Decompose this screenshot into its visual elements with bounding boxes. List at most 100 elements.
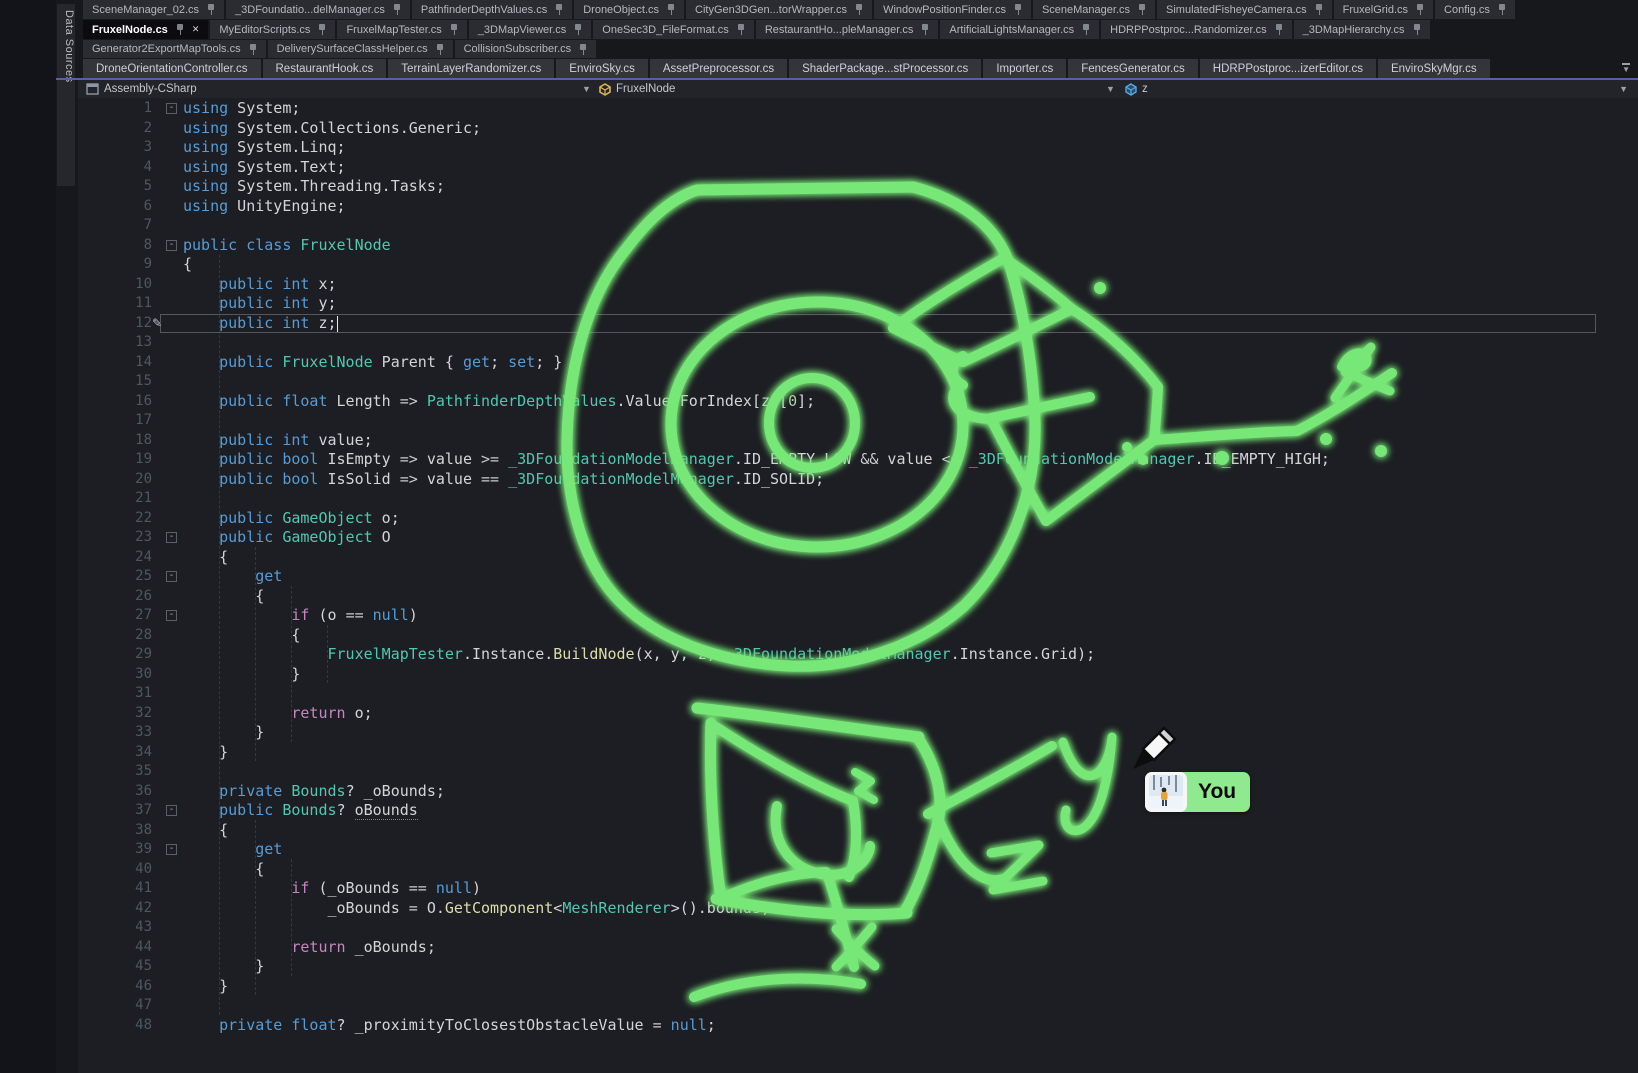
code-line[interactable]: 22 public GameObject o; — [78, 509, 1638, 529]
document-tab[interactable]: ShaderPackage...stProcessor.cs — [789, 59, 981, 78]
code-line[interactable]: 29 FruxelMapTester.Instance.BuildNode(x,… — [78, 645, 1638, 665]
pin-icon[interactable] — [855, 4, 863, 15]
pin-icon[interactable] — [1275, 24, 1283, 35]
document-tab[interactable]: MyEditorScripts.cs — [210, 20, 335, 39]
code-line[interactable]: 27- if (o == null) — [78, 606, 1638, 626]
document-tab[interactable]: ArtificialLightsManager.cs — [940, 20, 1099, 39]
code-line[interactable]: 31 — [78, 684, 1638, 704]
code-line[interactable]: 35 — [78, 762, 1638, 782]
code-line[interactable]: 21 — [78, 489, 1638, 509]
document-tab[interactable]: TerrainLayerRandomizer.cs — [388, 59, 554, 78]
code-line[interactable]: 20 public bool IsSolid => value == _3DFo… — [78, 470, 1638, 490]
code-line[interactable]: 4using System.Text; — [78, 158, 1638, 178]
code-line[interactable]: 37- public Bounds? oBounds — [78, 801, 1638, 821]
code-line[interactable]: 30 } — [78, 665, 1638, 685]
type-dropdown[interactable]: FruxelNode — [616, 80, 675, 98]
code-line[interactable]: 25- get — [78, 567, 1638, 587]
code-line[interactable]: 11 public int y; — [78, 294, 1638, 314]
pin-icon[interactable] — [737, 24, 745, 35]
pin-icon[interactable] — [1014, 4, 1022, 15]
pin-icon[interactable] — [436, 44, 444, 55]
document-tab[interactable]: SceneManager_02.cs — [83, 0, 224, 19]
code-line[interactable]: 2using System.Collections.Generic; — [78, 119, 1638, 139]
document-tab[interactable]: EnviroSkyMgr.cs — [1378, 59, 1490, 78]
pin-icon[interactable] — [1416, 4, 1424, 15]
project-dropdown[interactable]: Assembly-CSharp — [104, 80, 197, 98]
document-tab[interactable]: OneSec3D_FileFormat.cs — [593, 20, 754, 39]
document-tab[interactable]: RestaurantHo...pleManager.cs — [756, 20, 939, 39]
code-line[interactable]: 43 — [78, 918, 1638, 938]
document-tab[interactable]: Importer.cs — [983, 59, 1066, 78]
document-tab[interactable]: HDRPPostproc...Randomizer.cs — [1101, 20, 1292, 39]
code-line[interactable]: 45 } — [78, 957, 1638, 977]
code-line[interactable]: 33 } — [78, 723, 1638, 743]
code-line[interactable]: 36 private Bounds? _oBounds; — [78, 782, 1638, 802]
document-tab[interactable]: DroneOrientationController.cs — [83, 59, 261, 78]
document-tab[interactable]: PathfinderDepthValues.cs — [412, 0, 572, 19]
fold-marker[interactable]: - — [166, 532, 177, 543]
code-line[interactable]: 34 } — [78, 743, 1638, 763]
document-tab[interactable]: DeliverySurfaceClassHelper.cs — [268, 40, 453, 58]
code-line[interactable]: 16 public float Length => PathfinderDept… — [78, 392, 1638, 412]
document-tab[interactable]: _3DMapViewer.cs — [469, 20, 591, 39]
document-tab[interactable]: DroneObject.cs — [574, 0, 684, 19]
code-line[interactable]: 24 { — [78, 548, 1638, 568]
code-line[interactable]: 1-using System; — [78, 99, 1638, 119]
document-tab[interactable]: WindowPositionFinder.cs — [874, 0, 1031, 19]
chevron-down-icon[interactable]: ▼ — [1619, 80, 1628, 98]
pin-icon[interactable] — [574, 24, 582, 35]
code-line[interactable]: 42 _oBounds = O.GetComponent<MeshRendere… — [78, 899, 1638, 919]
document-tab[interactable]: _3DFoundatio...delManager.cs — [226, 0, 410, 19]
document-tab[interactable]: SimulatedFisheyeCamera.cs — [1157, 0, 1332, 19]
code-line[interactable]: 6using UnityEngine; — [78, 197, 1638, 217]
pin-icon[interactable] — [450, 24, 458, 35]
code-line[interactable]: 39- get — [78, 840, 1638, 860]
pin-icon[interactable] — [555, 4, 563, 15]
fold-marker[interactable]: - — [166, 805, 177, 816]
code-line[interactable]: 9{ — [78, 255, 1638, 275]
pin-icon[interactable] — [667, 4, 675, 15]
code-line[interactable]: 38 { — [78, 821, 1638, 841]
pin-icon[interactable] — [176, 24, 184, 35]
code-line[interactable]: 14 public FruxelNode Parent { get; set; … — [78, 353, 1638, 373]
code-line[interactable]: 15 — [78, 372, 1638, 392]
code-line[interactable]: 28 { — [78, 626, 1638, 646]
document-tab[interactable]: SceneManager.cs — [1033, 0, 1155, 19]
code-line[interactable]: 10 public int x; — [78, 275, 1638, 295]
code-line[interactable]: 23- public GameObject O — [78, 528, 1638, 548]
document-tab[interactable]: CityGen3DGen...torWrapper.cs — [686, 0, 872, 19]
document-tab[interactable]: FencesGenerator.cs — [1068, 59, 1198, 78]
code-line[interactable]: 19 public bool IsEmpty => value >= _3DFo… — [78, 450, 1638, 470]
tab-overflow-button[interactable]: ▼ — [1622, 63, 1630, 74]
document-tab[interactable]: CollisionSubscriber.cs — [455, 40, 597, 58]
code-line[interactable]: 17 — [78, 411, 1638, 431]
document-tab[interactable]: Config.cs — [1435, 0, 1515, 19]
document-tab[interactable]: FruxelNode.cs✕ — [83, 20, 208, 39]
fold-marker[interactable]: - — [166, 844, 177, 855]
code-line[interactable]: 26 { — [78, 587, 1638, 607]
pin-icon[interactable] — [318, 24, 326, 35]
pin-icon[interactable] — [1315, 4, 1323, 15]
code-line[interactable]: 46 } — [78, 977, 1638, 997]
document-tab[interactable]: _3DMapHierarchy.cs — [1294, 20, 1430, 39]
code-line[interactable]: 5using System.Threading.Tasks; — [78, 177, 1638, 197]
code-line[interactable]: 40 { — [78, 860, 1638, 880]
pin-icon[interactable] — [1498, 4, 1506, 15]
pin-icon[interactable] — [1413, 24, 1421, 35]
close-icon[interactable]: ✕ — [192, 24, 200, 35]
pin-icon[interactable] — [393, 4, 401, 15]
data-sources-vertical-tab[interactable]: Data Sources — [57, 4, 75, 186]
code-line[interactable]: 13 — [78, 333, 1638, 353]
code-line[interactable]: 48 private float? _proximityToClosestObs… — [78, 1016, 1638, 1036]
code-line[interactable]: 7 — [78, 216, 1638, 236]
document-tab[interactable]: Generator2ExportMapTools.cs — [83, 40, 266, 58]
fold-marker[interactable]: - — [166, 103, 177, 114]
member-dropdown[interactable]: z — [1142, 80, 1148, 98]
chevron-down-icon[interactable]: ▼ — [582, 80, 591, 98]
chevron-down-icon[interactable]: ▼ — [1106, 80, 1115, 98]
document-tab[interactable]: HDRPPostproc...izerEditor.cs — [1200, 59, 1376, 78]
pin-icon[interactable] — [921, 24, 929, 35]
code-line[interactable]: 32 return o; — [78, 704, 1638, 724]
fold-marker[interactable]: - — [166, 240, 177, 251]
fold-marker[interactable]: - — [166, 571, 177, 582]
